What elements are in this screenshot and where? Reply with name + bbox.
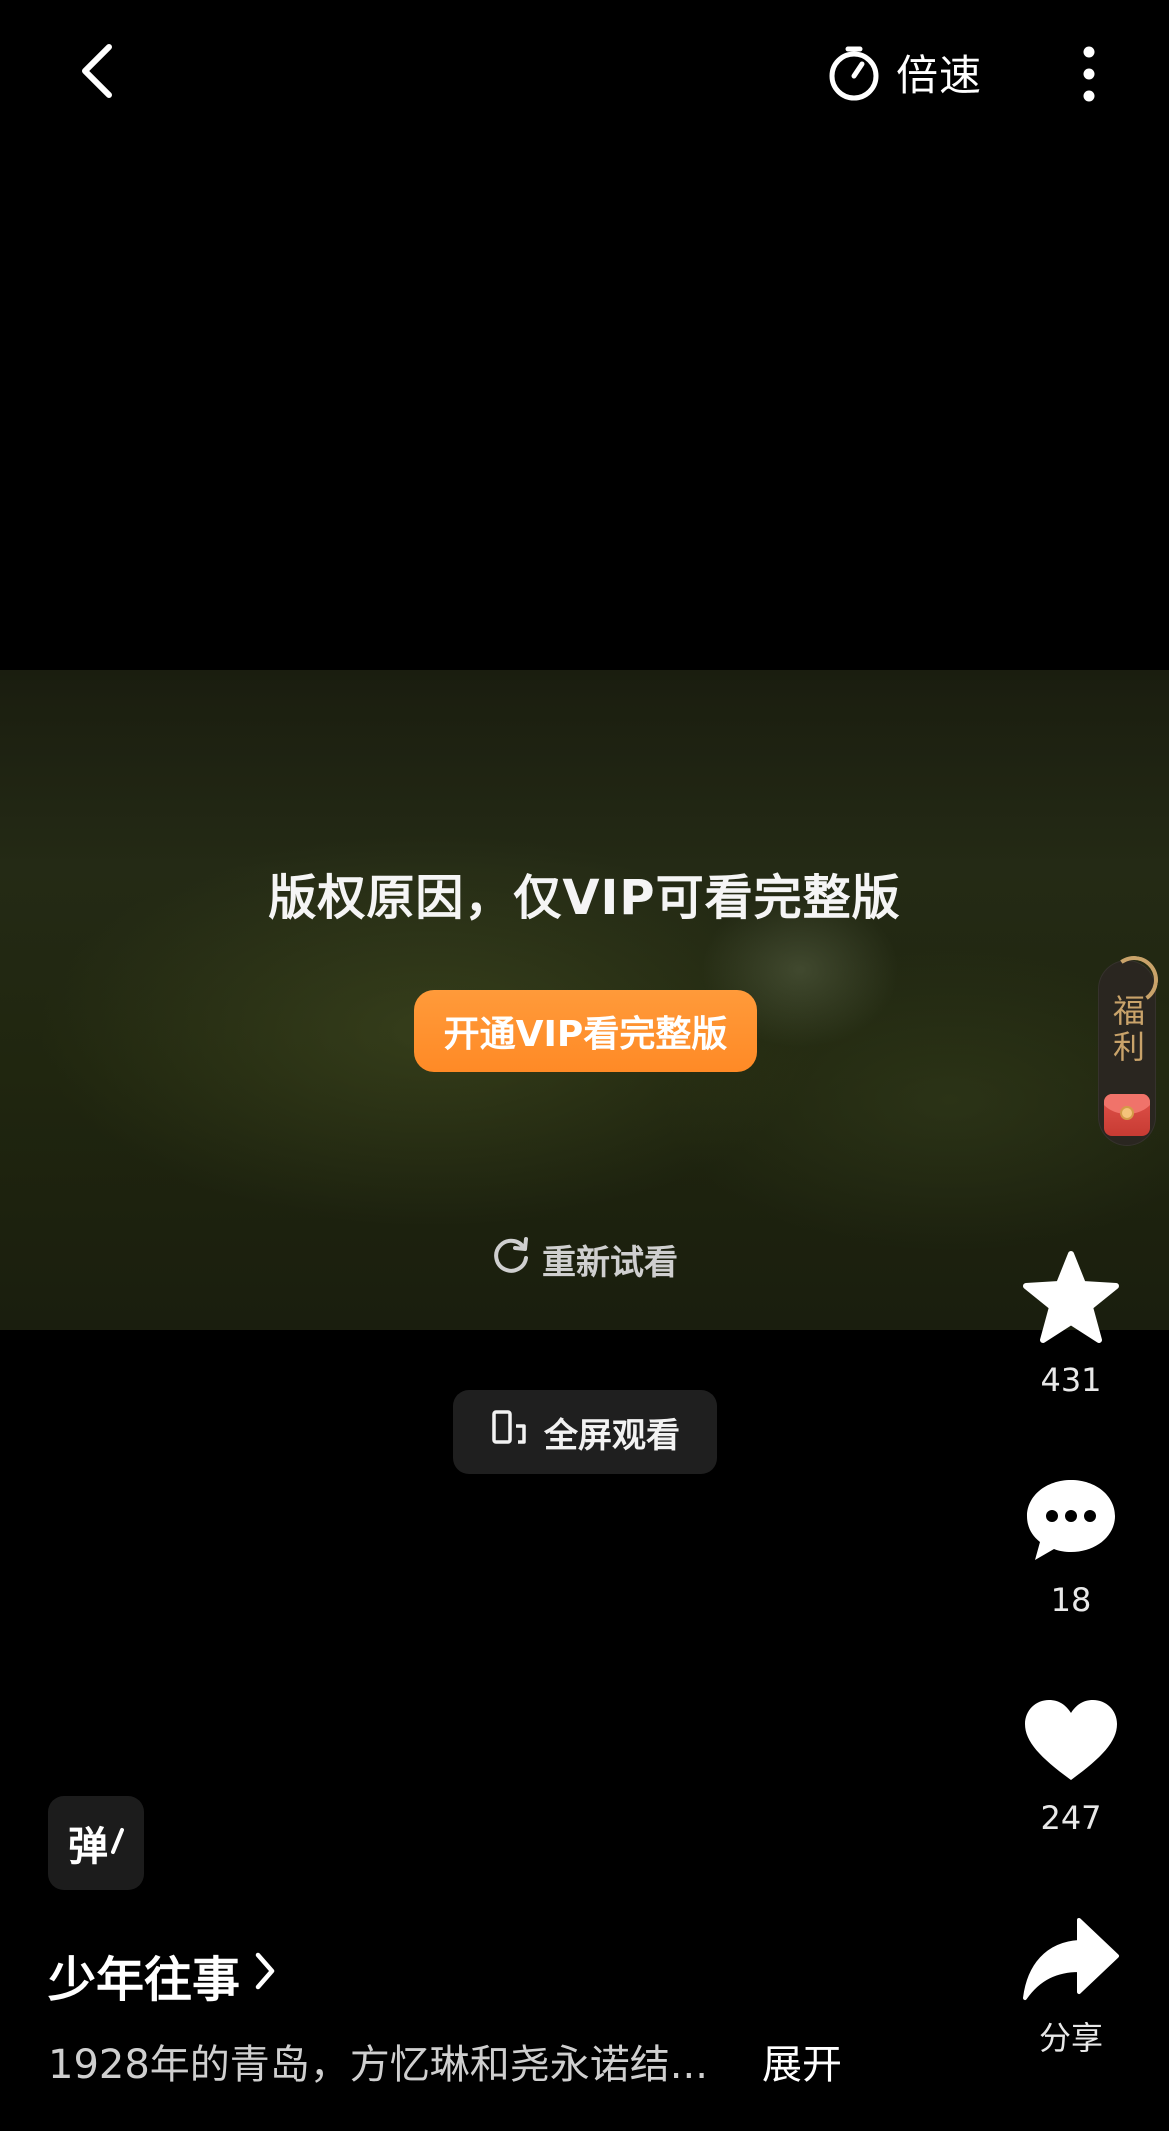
show-title-link[interactable]: 少年往事 [48, 1940, 276, 2010]
comment-button[interactable]: 18 [1016, 1474, 1126, 1616]
show-title: 少年往事 [48, 1952, 241, 2008]
more-vertical-icon [1081, 46, 1097, 106]
fullscreen-button[interactable]: 全屏观看 [453, 1390, 717, 1474]
comment-icon [1021, 1474, 1121, 1570]
video-description: 1928年的青岛，方忆琳和尧永诺结... [48, 2042, 708, 2088]
rotate-screen-icon [490, 1408, 530, 1457]
like-button[interactable]: 247 [1016, 1696, 1126, 1834]
danmaku-toggle-button[interactable]: 弹 [48, 1796, 144, 1890]
favorite-button[interactable]: 431 [1016, 1250, 1126, 1396]
danmaku-slash-icon [110, 1820, 124, 1866]
comment-count: 18 [1050, 1581, 1092, 1619]
heart-icon [1021, 1696, 1121, 1788]
share-icon [1021, 1914, 1121, 2008]
red-envelope-icon [1104, 1094, 1150, 1136]
share-button[interactable]: 分享 [1016, 1914, 1126, 2054]
speedometer-icon [826, 46, 882, 106]
welfare-button[interactable]: 福利 [1098, 952, 1162, 1146]
fullscreen-label: 全屏观看 [544, 1415, 680, 1456]
copyright-message: 版权原因，仅VIP可看完整版 [268, 870, 901, 926]
more-options-button[interactable] [1066, 40, 1112, 112]
favorite-count: 431 [1040, 1361, 1102, 1399]
refresh-icon [490, 1234, 532, 1285]
chevron-right-icon [254, 1947, 276, 2003]
like-count: 247 [1040, 1799, 1102, 1837]
retry-preview-label: 重新试看 [542, 1242, 678, 1283]
star-icon [1021, 1250, 1121, 1350]
back-button[interactable] [62, 38, 132, 108]
playback-speed-button[interactable]: 倍速 [826, 44, 982, 108]
welfare-label: 福利 [1108, 994, 1146, 1066]
retry-preview-button[interactable]: 重新试看 [490, 1232, 678, 1286]
open-vip-button[interactable]: 开通VIP看完整版 [414, 990, 757, 1072]
expand-description-button[interactable]: 展开 [762, 2032, 842, 2090]
playback-speed-label: 倍速 [896, 51, 983, 100]
danmaku-label: 弹 [68, 1824, 108, 1870]
chevron-left-icon [77, 41, 117, 105]
share-label: 分享 [1038, 2019, 1103, 2057]
